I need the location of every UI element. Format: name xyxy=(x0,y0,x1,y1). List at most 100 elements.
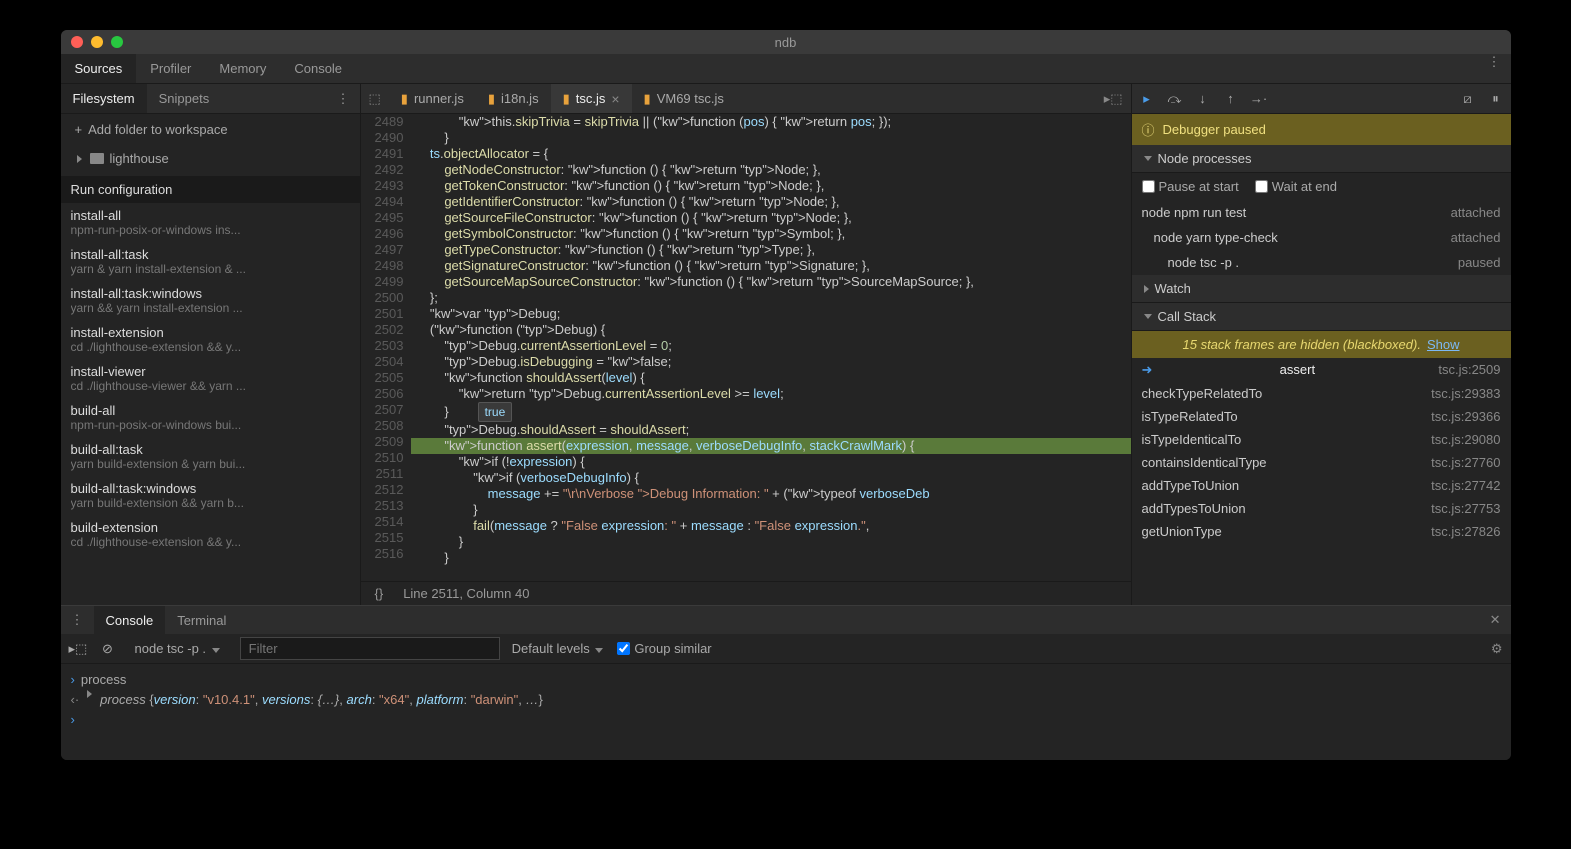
run-config-item[interactable]: install-all:task:windowsyarn && yarn ins… xyxy=(61,281,360,320)
console-output[interactable]: › process ‹· process {version: "v10.4.1"… xyxy=(61,664,1511,760)
info-icon: ⓘ xyxy=(1142,120,1155,139)
tab-terminal[interactable]: Terminal xyxy=(165,606,238,634)
nav-back-icon[interactable]: ⬚ xyxy=(361,91,389,107)
run-config-name: install-all:task:windows xyxy=(71,286,350,301)
stack-frame[interactable]: isTypeRelatedTotsc.js:29366 xyxy=(1132,405,1511,428)
maximize-window-button[interactable] xyxy=(111,36,123,48)
console-result: process {version: "v10.4.1", versions: {… xyxy=(100,690,543,710)
pause-exceptions-icon[interactable]: ⏸ xyxy=(1487,91,1505,107)
editor-panel: ⬚ ▮ runner.js ▮i18n.js▮tsc.js×▮VM69 tsc.js… xyxy=(361,84,1131,605)
blackbox-text: 15 stack frames are hidden (blackboxed). xyxy=(1183,337,1421,352)
run-config-item[interactable]: build-extensioncd ./lighthouse-extension… xyxy=(61,515,360,554)
stack-loc: tsc.js:29080 xyxy=(1431,432,1500,447)
chevron-down-icon xyxy=(595,648,603,653)
add-folder-button[interactable]: + Add folder to workspace xyxy=(61,114,360,145)
tab-memory[interactable]: Memory xyxy=(205,54,280,83)
run-config-item[interactable]: install-extensioncd ./lighthouse-extensi… xyxy=(61,320,360,359)
run-config-item[interactable]: build-allnpm-run-posix-or-windows bui... xyxy=(61,398,360,437)
step-out-icon[interactable]: ↑ xyxy=(1222,91,1240,106)
section-watch[interactable]: Watch xyxy=(1132,275,1511,303)
stack-frame[interactable]: asserttsc.js:2509 xyxy=(1132,358,1511,382)
stack-frame[interactable]: isTypeIdenticalTotsc.js:29080 xyxy=(1132,428,1511,451)
pause-at-start-checkbox[interactable]: Pause at start xyxy=(1142,179,1239,194)
console-settings-icon[interactable]: ⚙ xyxy=(1491,641,1503,657)
run-config-item[interactable]: install-allnpm-run-posix-or-windows ins.… xyxy=(61,203,360,242)
code-area[interactable]: "kw">this.skipTrivia = skipTrivia || ("k… xyxy=(411,114,1130,581)
chevron-down-icon xyxy=(212,648,220,653)
close-window-button[interactable] xyxy=(71,36,83,48)
run-config-item[interactable]: build-all:task:windowsyarn build-extensi… xyxy=(61,476,360,515)
stack-fn: containsIdenticalType xyxy=(1142,455,1267,470)
file-tab-label: runner.js xyxy=(414,91,464,106)
main-tabs: Sources Profiler Memory Console ⋮ xyxy=(61,54,1511,84)
console-filter-input[interactable] xyxy=(240,637,500,660)
file-tab[interactable]: ▮VM69 tsc.js xyxy=(632,84,736,113)
file-tab[interactable]: ▮tsc.js× xyxy=(551,84,632,113)
process-row[interactable]: node npm run testattached xyxy=(1132,200,1511,225)
folder-icon xyxy=(90,153,104,164)
add-folder-label: Add folder to workspace xyxy=(88,122,227,137)
file-icon: ▮ xyxy=(401,91,408,107)
stack-loc: tsc.js:29366 xyxy=(1431,409,1500,424)
stack-fn: addTypeToUnion xyxy=(1142,478,1240,493)
left-menu-kebab-icon[interactable]: ⋮ xyxy=(327,91,360,107)
group-similar-checkbox[interactable]: Group similar xyxy=(617,641,711,656)
tree-item-lighthouse[interactable]: lighthouse xyxy=(61,145,360,172)
run-config-item[interactable]: install-all:taskyarn & yarn install-exte… xyxy=(61,242,360,281)
stack-fn: addTypesToUnion xyxy=(1142,501,1246,516)
close-tab-icon[interactable]: × xyxy=(611,91,619,107)
clear-console-icon[interactable]: ⊘ xyxy=(99,641,117,657)
deactivate-breakpoints-icon[interactable]: ⧄ xyxy=(1459,91,1477,107)
wait-at-end-checkbox[interactable]: Wait at end xyxy=(1255,179,1337,194)
run-config-name: install-all xyxy=(71,208,350,223)
step-into-icon[interactable]: ↓ xyxy=(1194,91,1212,106)
nav-forward-icon[interactable]: ▸⬚ xyxy=(1096,91,1131,107)
blackbox-show-link[interactable]: Show xyxy=(1427,337,1460,352)
console-menu-kebab-icon[interactable]: ⋮ xyxy=(61,612,94,628)
section-call-stack[interactable]: Call Stack xyxy=(1132,303,1511,331)
debugger-paused-label: Debugger paused xyxy=(1163,122,1266,137)
section-node-processes[interactable]: Node processes xyxy=(1132,145,1511,173)
tab-sources[interactable]: Sources xyxy=(61,54,137,83)
chevron-down-icon xyxy=(1144,156,1152,161)
tab-console-drawer[interactable]: Console xyxy=(94,606,166,634)
run-config-item[interactable]: build-all:taskyarn build-extension & yar… xyxy=(61,437,360,476)
process-status: attached xyxy=(1451,230,1501,245)
result-caret-icon: ‹· xyxy=(71,690,80,710)
tab-snippets[interactable]: Snippets xyxy=(147,84,222,113)
process-row[interactable]: node tsc -p .paused xyxy=(1132,250,1511,275)
editor-status-bar: {} Line 2511, Column 40 xyxy=(361,581,1131,605)
console-context-select[interactable]: node tsc -p . xyxy=(129,639,228,658)
console-eye-icon[interactable]: ▸⬚ xyxy=(69,641,87,657)
console-levels-select[interactable]: Default levels xyxy=(512,641,606,656)
stack-frame[interactable]: containsIdenticalTypetsc.js:27760 xyxy=(1132,451,1511,474)
console-eval-text: process xyxy=(81,670,127,690)
tab-filesystem[interactable]: Filesystem xyxy=(61,84,147,113)
file-tab[interactable]: ▮i18n.js xyxy=(476,84,551,113)
stack-frame[interactable]: addTypeToUniontsc.js:27742 xyxy=(1132,474,1511,497)
run-config-desc: npm-run-posix-or-windows bui... xyxy=(71,418,350,432)
run-config-item[interactable]: install-viewercd ./lighthouse-viewer && … xyxy=(61,359,360,398)
window-title: ndb xyxy=(775,35,797,50)
resume-icon[interactable]: ▸ xyxy=(1138,91,1156,107)
stack-fn: getUnionType xyxy=(1142,524,1222,539)
stack-frame[interactable]: checkTypeRelatedTotsc.js:29383 xyxy=(1132,382,1511,405)
plus-icon: + xyxy=(75,122,83,137)
process-row[interactable]: node yarn type-checkattached xyxy=(1132,225,1511,250)
minimize-window-button[interactable] xyxy=(91,36,103,48)
stack-frame[interactable]: getUnionTypetsc.js:27826 xyxy=(1132,520,1511,543)
tab-profiler[interactable]: Profiler xyxy=(136,54,205,83)
run-config-name: build-all xyxy=(71,403,350,418)
file-tab[interactable]: ▮ runner.js xyxy=(389,84,476,113)
expand-icon[interactable] xyxy=(87,690,92,698)
stack-loc: tsc.js:2509 xyxy=(1438,362,1500,378)
main-menu-kebab-icon[interactable]: ⋮ xyxy=(1478,54,1511,83)
tree-item-label: lighthouse xyxy=(110,151,169,166)
close-drawer-icon[interactable]: ✕ xyxy=(1480,612,1511,628)
step-over-icon[interactable]: ⤼ xyxy=(1166,91,1184,107)
stack-frame[interactable]: addTypesToUniontsc.js:27753 xyxy=(1132,497,1511,520)
chevron-right-icon xyxy=(1144,285,1149,293)
run-config-desc: cd ./lighthouse-extension && y... xyxy=(71,340,350,354)
step-icon[interactable]: →· xyxy=(1250,91,1268,106)
tab-console[interactable]: Console xyxy=(280,54,356,83)
